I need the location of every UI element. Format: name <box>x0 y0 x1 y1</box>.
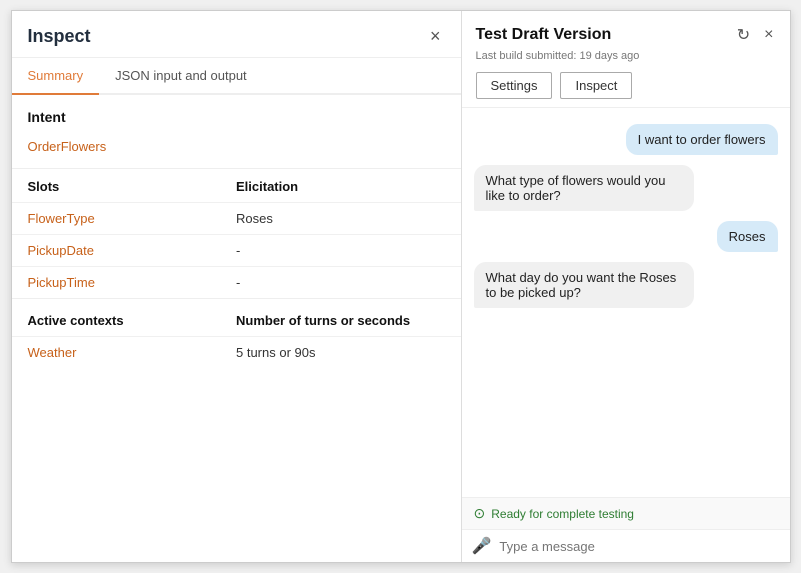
elicitation-column-header: Elicitation <box>236 179 445 194</box>
input-row: 🎤 <box>462 529 790 562</box>
last-build-text: Last build submitted: 19 days ago <box>476 50 776 62</box>
intent-value: OrderFlowers <box>12 133 461 168</box>
active-contexts-header: Active contexts <box>28 313 237 328</box>
slot-name-pickupdate: PickupDate <box>28 243 237 258</box>
tabs-row: Summary JSON input and output <box>12 58 461 95</box>
slot-name-flowertype: FlowerType <box>28 211 237 226</box>
active-contexts-section: Active contexts Number of turns or secon… <box>12 298 461 336</box>
slot-row: PickupDate - <box>12 234 461 266</box>
status-text: Ready for complete testing <box>491 507 634 521</box>
slot-value-pickupdate: - <box>236 243 445 258</box>
right-header: Test Draft Version ↻ × Last build submit… <box>462 11 790 108</box>
slot-row: PickupTime - <box>12 266 461 298</box>
chat-message-bot-1: What type of flowers would you like to o… <box>474 165 694 211</box>
context-row: Weather 5 turns or 90s <box>12 336 461 368</box>
tab-json[interactable]: JSON input and output <box>99 58 263 95</box>
slot-name-pickuptime: PickupTime <box>28 275 237 290</box>
left-content: Intent OrderFlowers Slots Elicitation Fl… <box>12 95 461 562</box>
slots-table-header: Slots Elicitation <box>12 169 461 202</box>
right-panel-title: Test Draft Version <box>476 26 612 44</box>
inspect-button[interactable]: Inspect <box>560 72 632 99</box>
status-bar: ⊙ Ready for complete testing <box>462 497 790 529</box>
intent-section-header: Intent <box>12 95 461 133</box>
chat-message-user-1: I want to order flowers <box>626 124 778 155</box>
left-panel: Inspect × Summary JSON input and output … <box>12 11 462 562</box>
message-input[interactable] <box>499 539 779 554</box>
right-panel: Test Draft Version ↻ × Last build submit… <box>462 11 790 562</box>
left-close-button[interactable]: × <box>426 25 445 47</box>
refresh-button[interactable]: ↻ <box>735 23 752 47</box>
slot-value-pickuptime: - <box>236 275 445 290</box>
chat-message-user-2: Roses <box>717 221 778 252</box>
left-title: Inspect <box>28 26 91 47</box>
slot-value-flowertype: Roses <box>236 211 445 226</box>
left-header: Inspect × <box>12 11 461 58</box>
chat-message-bot-2: What day do you want the Roses to be pic… <box>474 262 694 308</box>
settings-button[interactable]: Settings <box>476 72 553 99</box>
right-toolbar: Settings Inspect <box>476 72 776 99</box>
chat-area: I want to order flowers What type of flo… <box>462 108 790 497</box>
context-name-weather: Weather <box>28 345 237 360</box>
status-check-icon: ⊙ <box>474 505 486 522</box>
turns-header: Number of turns or seconds <box>236 313 445 328</box>
slot-row: FlowerType Roses <box>12 202 461 234</box>
right-title-row: Test Draft Version ↻ × <box>476 23 776 47</box>
mic-icon: 🎤 <box>472 536 492 556</box>
slots-table: Slots Elicitation FlowerType Roses Picku… <box>12 168 461 298</box>
right-close-button[interactable]: × <box>762 23 775 47</box>
right-header-icons: ↻ × <box>735 23 776 47</box>
context-value-weather: 5 turns or 90s <box>236 345 445 360</box>
slots-column-header: Slots <box>28 179 237 194</box>
tab-summary[interactable]: Summary <box>12 58 100 95</box>
